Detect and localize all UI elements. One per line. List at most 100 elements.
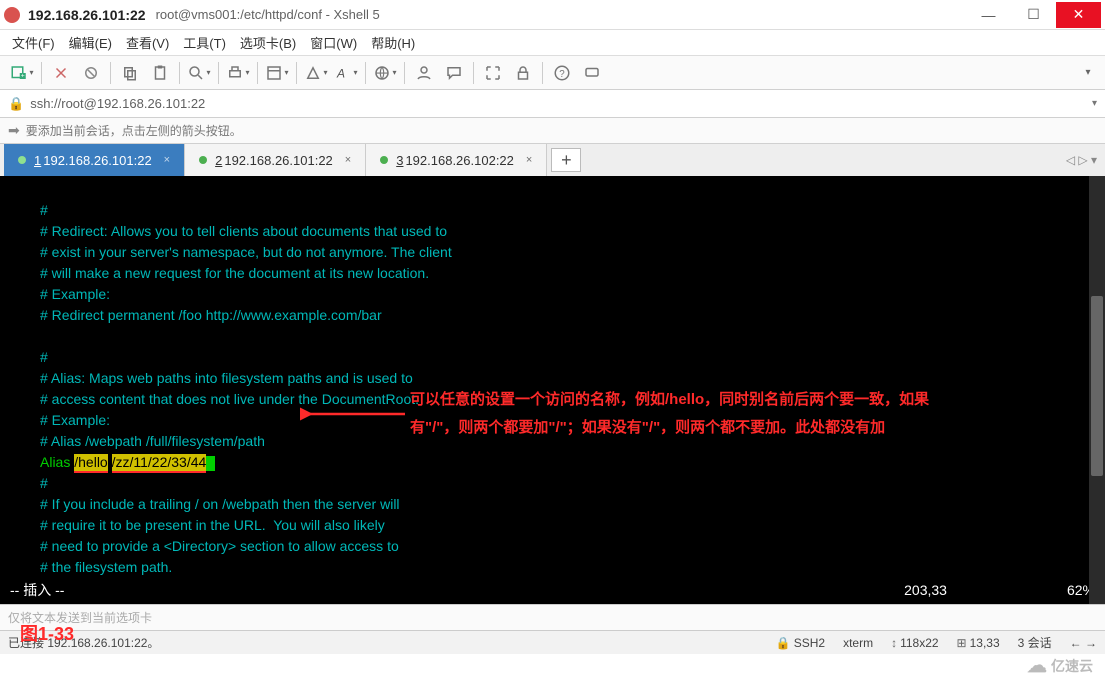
tab-1[interactable]: 1 192.168.26.101:22 × <box>4 144 185 176</box>
hint-arrow-icon[interactable]: ➡ <box>8 122 20 139</box>
tab-add-button[interactable]: + <box>551 148 581 172</box>
tab-3[interactable]: 3 192.168.26.102:22 × <box>366 144 547 176</box>
alias-path: /zz/11/22/33/44 <box>112 454 207 473</box>
status-size: ↕118x22 <box>891 636 938 650</box>
globe-icon[interactable]: ▾ <box>371 59 399 87</box>
term-line: # the filesystem path. <box>40 559 172 575</box>
menu-bar: 文件(F) 编辑(E) 查看(V) 工具(T) 选项卡(B) 窗口(W) 帮助(… <box>0 30 1105 56</box>
user-icon[interactable] <box>410 59 438 87</box>
font-icon[interactable]: A▾ <box>332 59 360 87</box>
new-session-icon[interactable]: +▾ <box>8 59 36 87</box>
term-line: # <box>40 349 48 365</box>
maximize-button[interactable]: ☐ <box>1011 2 1056 28</box>
cursor-icon <box>206 456 215 471</box>
feedback-icon[interactable] <box>578 59 606 87</box>
close-button[interactable]: ✕ <box>1056 2 1101 28</box>
reconnect-icon[interactable] <box>47 59 75 87</box>
toolbar-overflow-icon[interactable]: ▾ <box>1079 67 1097 78</box>
status-rowcol: ⊞13,33 <box>957 636 1000 650</box>
term-line: # exist in your server's namespace, but … <box>40 244 452 260</box>
ssh-lock-icon: 🔒 <box>8 96 24 112</box>
address-dropdown-icon[interactable]: ▾ <box>1092 98 1097 109</box>
status-dot-icon <box>380 156 388 164</box>
session-tabs: 1 192.168.26.101:22 × 2 192.168.26.101:2… <box>0 144 1105 176</box>
term-line: # need to provide a <Directory> section … <box>40 538 399 554</box>
term-line: # <box>40 475 48 491</box>
term-line: # <box>40 202 48 218</box>
status-arrows[interactable]: ← → <box>1070 636 1097 650</box>
tab-2-number: 2 <box>215 153 222 168</box>
tab-close-icon[interactable]: × <box>526 154 532 166</box>
hint-bar: ➡ 要添加当前会话，点击左侧的箭头按钮。 <box>0 118 1105 144</box>
status-sessions: 3 会话 <box>1018 634 1052 651</box>
vim-position: 203,33 <box>904 581 947 600</box>
svg-text:?: ? <box>559 68 565 79</box>
terminal-scrollbar[interactable] <box>1089 176 1105 604</box>
menu-edit[interactable]: 编辑(E) <box>69 33 112 52</box>
svg-text:A: A <box>336 66 345 80</box>
scrollbar-thumb[interactable] <box>1091 296 1103 476</box>
terminal-view[interactable]: # # Redirect: Allows you to tell clients… <box>0 176 1105 604</box>
fullscreen-icon[interactable] <box>479 59 507 87</box>
menu-help[interactable]: 帮助(H) <box>371 33 415 52</box>
status-dot-icon <box>199 156 207 164</box>
address-text: ssh://root@192.168.26.101:22 <box>30 96 205 111</box>
term-line: # will make a new request for the docume… <box>40 265 429 281</box>
cloud-icon: ☁ <box>1027 653 1047 678</box>
paste-icon[interactable] <box>146 59 174 87</box>
app-logo-icon <box>4 7 20 23</box>
tab-2-label: 192.168.26.101:22 <box>224 153 332 168</box>
term-line: # If you include a trailing / on /webpat… <box>40 496 400 512</box>
menu-window[interactable]: 窗口(W) <box>310 33 357 52</box>
status-protocol: 🔒SSH2 <box>776 636 825 650</box>
status-term: xterm <box>843 636 873 650</box>
menu-file[interactable]: 文件(F) <box>12 33 55 52</box>
term-line: # Alias: Maps web paths into filesystem … <box>40 370 413 386</box>
status-dot-icon <box>18 156 26 164</box>
tab-close-icon[interactable]: × <box>164 154 170 166</box>
title-bar: 192.168.26.101:22 root@vms001:/etc/httpd… <box>0 0 1105 30</box>
annotation-arrow-icon <box>300 404 410 424</box>
vim-status-line: -- 插入 -- 203,33 62% <box>10 581 1095 600</box>
term-line: # Redirect: Allows you to tell clients a… <box>40 223 447 239</box>
tab-3-number: 3 <box>396 153 403 168</box>
term-line: # require it to be present in the URL. Y… <box>40 517 385 533</box>
menu-tab[interactable]: 选项卡(B) <box>240 33 296 52</box>
hint-text: 要添加当前会话，点击左侧的箭头按钮。 <box>26 122 242 139</box>
help-icon[interactable]: ? <box>548 59 576 87</box>
status-bar: 已连接 192.168.26.101:22。 🔒SSH2 xterm ↕118x… <box>0 630 1105 654</box>
color-icon[interactable]: ▾ <box>302 59 330 87</box>
tab-2[interactable]: 2 192.168.26.101:22 × <box>185 144 366 176</box>
alias-line: Alias /hello /zz/11/22/33/44 <box>40 454 215 470</box>
menu-view[interactable]: 查看(V) <box>126 33 169 52</box>
title-path: root@vms001:/etc/httpd/conf - Xshell 5 <box>156 7 380 22</box>
alias-hello: /hello <box>74 454 107 473</box>
menu-tool[interactable]: 工具(T) <box>183 33 226 52</box>
address-bar[interactable]: 🔒 ssh://root@192.168.26.101:22 ▾ <box>0 90 1105 118</box>
figure-label: 图1-33 <box>20 620 74 646</box>
properties-icon[interactable]: ▾ <box>263 59 291 87</box>
title-ip: 192.168.26.101:22 <box>28 7 146 23</box>
svg-text:+: + <box>21 72 25 79</box>
tab-scroll-arrows[interactable]: ◁ ▷ ▾ <box>1066 144 1105 176</box>
lock-icon[interactable] <box>509 59 537 87</box>
tab-1-label: 192.168.26.101:22 <box>43 153 151 168</box>
tab-close-icon[interactable]: × <box>345 154 351 166</box>
vim-mode: -- 插入 -- <box>10 581 64 600</box>
chat-icon[interactable] <box>440 59 468 87</box>
search-icon[interactable]: ▾ <box>185 59 213 87</box>
term-line: # Alias /webpath /full/filesystem/path <box>40 433 265 449</box>
compose-bar[interactable]: 仅将文本发送到当前选项卡 <box>0 604 1105 630</box>
disconnect-icon[interactable] <box>77 59 105 87</box>
minimize-button[interactable]: — <box>966 2 1011 28</box>
tab-1-number: 1 <box>34 153 41 168</box>
term-line: # <box>40 601 48 604</box>
toolbar: +▾ ▾ ▾ ▾ ▾ A▾ ▾ ? ▾ <box>0 56 1105 90</box>
annotation-text: 可以任意的设置一个访问的名称，例如/hello，同时别名前后两个要一致，如果 有… <box>410 386 1050 442</box>
print-icon[interactable]: ▾ <box>224 59 252 87</box>
watermark: ☁ 亿速云 <box>1027 653 1093 678</box>
term-line: # Example: <box>40 286 110 302</box>
term-line: # Redirect permanent /foo http://www.exa… <box>40 307 382 323</box>
copy-icon[interactable] <box>116 59 144 87</box>
window-buttons: — ☐ ✕ <box>966 2 1101 28</box>
